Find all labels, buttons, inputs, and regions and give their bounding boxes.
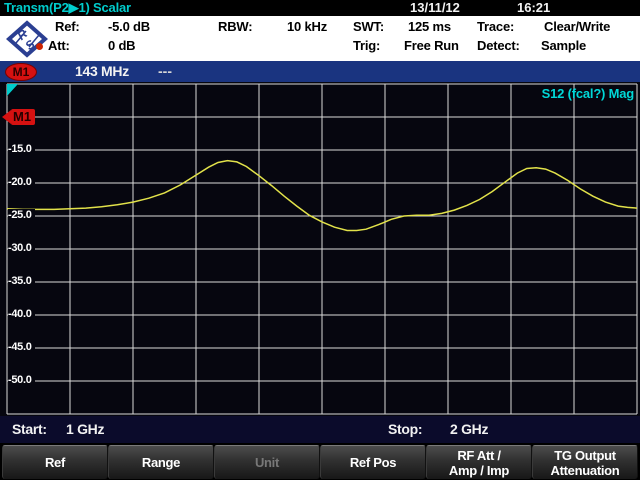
softkey-label: RF Att / — [457, 448, 500, 463]
ref-value: -5.0 dB — [108, 19, 150, 34]
softkey-rf-att-amp-imp[interactable]: RF Att /Amp / Imp — [426, 445, 532, 479]
att-active-dot-icon — [36, 43, 43, 50]
detect-label: Detect: — [477, 38, 520, 53]
y-axis-tick-label: -45.0 — [8, 341, 35, 353]
y-axis-tick-label: -50.0 — [8, 374, 35, 386]
marker-m1-badge[interactable]: M1 — [5, 63, 37, 81]
ref-position-triangle-icon — [7, 84, 18, 96]
swt-label: SWT: — [353, 19, 384, 34]
marker-left-arrow-icon — [2, 110, 11, 124]
plot-grid-and-trace — [0, 82, 640, 416]
rbw-label: RBW: — [218, 19, 252, 34]
softkey-label: Ref — [45, 455, 65, 470]
y-axis-tick-label: -15.0 — [8, 143, 35, 155]
swt-value: 125 ms — [408, 19, 451, 34]
softkey-label: Range — [142, 455, 180, 470]
softkey-tg-output-attenuation[interactable]: TG OutputAttenuation — [532, 445, 638, 479]
softkey-label: Unit — [255, 455, 279, 470]
detect-value: Sample — [541, 38, 586, 53]
frequency-range-bar: Start: 1 GHz Stop: 2 GHz — [0, 416, 640, 443]
trace-mode-label: S12 (fcal?) Mag — [542, 86, 634, 101]
rohde-schwarz-logo-icon: R S — [6, 20, 48, 58]
softkey-label: Attenuation — [551, 463, 620, 478]
softkey-label: Ref Pos — [350, 455, 396, 470]
softkey-label: TG Output — [554, 448, 616, 463]
y-axis-tick-label: -30.0 — [8, 242, 35, 254]
y-axis-tick-label: -25.0 — [8, 209, 35, 221]
y-axis-tick-label: -40.0 — [8, 308, 35, 320]
trace-value: Clear/Write — [544, 19, 610, 34]
title-bar: Transm(P2▶1) Scalar 13/11/12 16:21 — [0, 0, 640, 16]
softkey-label: Amp / Imp — [449, 463, 509, 478]
trig-value: Free Run — [404, 38, 459, 53]
stop-label: Stop: — [388, 421, 422, 437]
stop-value: 2 GHz — [450, 421, 488, 437]
marker-value: --- — [158, 63, 172, 79]
settings-header: R S Ref: -5.0 dB RBW: 10 kHz SWT: 125 ms… — [0, 16, 640, 61]
ref-label: Ref: — [55, 19, 79, 34]
softkey-bar: RefRangeUnitRef PosRF Att /Amp / ImpTG O… — [0, 443, 640, 480]
y-axis-tick-label: -20.0 — [8, 176, 35, 188]
trace-chart: -10.0-15.0-20.0-25.0-30.0-35.0-40.0-45.0… — [0, 82, 640, 416]
time-display: 16:21 — [517, 0, 550, 15]
softkey-unit[interactable]: Unit — [214, 445, 320, 479]
softkey-ref[interactable]: Ref — [2, 445, 108, 479]
marker-frequency: 143 MHz — [75, 63, 129, 79]
y-axis-tick-label: -35.0 — [8, 275, 35, 287]
start-label: Start: — [12, 421, 47, 437]
date-display: 13/11/12 — [410, 0, 460, 15]
start-value: 1 GHz — [66, 421, 104, 437]
marker-bar[interactable]: M1 143 MHz --- — [0, 61, 640, 82]
marker-m1-flag: M1 — [2, 109, 35, 125]
rbw-value: 10 kHz — [287, 19, 327, 34]
trig-label: Trig: — [353, 38, 380, 53]
measurement-title: Transm(P2▶1) Scalar — [4, 0, 131, 16]
att-value: 0 dB — [108, 38, 135, 53]
att-label: Att: — [48, 38, 70, 53]
softkey-range[interactable]: Range — [108, 445, 214, 479]
trace-label: Trace: — [477, 19, 514, 34]
marker-m1-flag-label: M1 — [11, 109, 35, 125]
softkey-ref-pos[interactable]: Ref Pos — [320, 445, 426, 479]
